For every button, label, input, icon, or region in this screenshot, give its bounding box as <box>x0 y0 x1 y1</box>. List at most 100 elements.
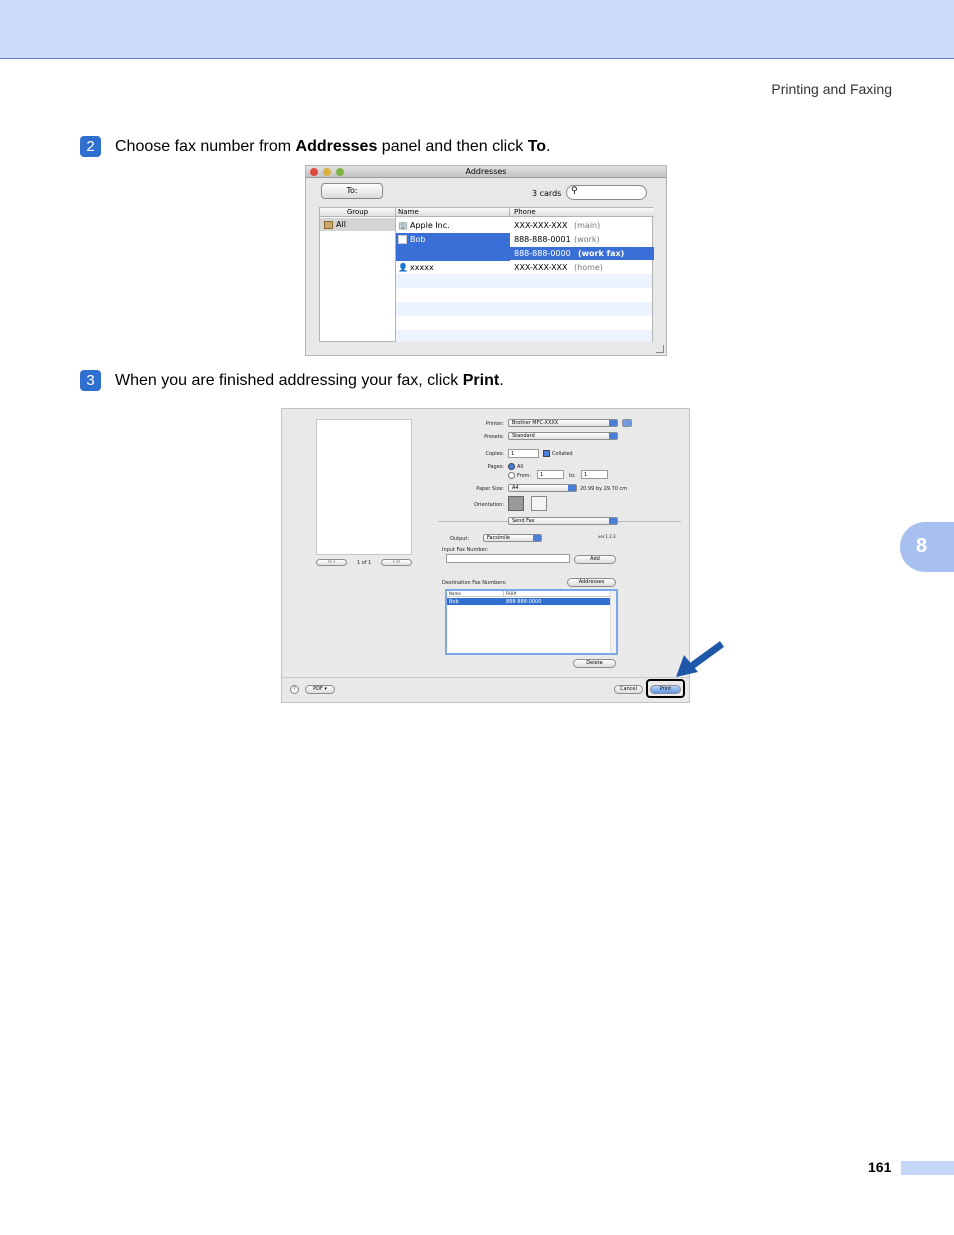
input-fax-label: Input Fax Number: <box>442 547 489 553</box>
popup-arrow-icon <box>568 485 576 491</box>
output-label: Output: <box>450 536 470 542</box>
output-value: Facsimile <box>487 535 510 541</box>
person-icon: 👤 <box>398 263 408 272</box>
paper-size-select[interactable]: A4 <box>508 484 577 492</box>
panel-select[interactable]: Send Fax <box>508 517 618 525</box>
pointer-arrow-icon <box>676 641 725 677</box>
table-row[interactable]: Bob 888-888-0000 <box>447 598 610 605</box>
fax-column-header: FAX# <box>504 591 616 597</box>
group-item-all[interactable]: All <box>320 218 395 231</box>
pages-range-radio[interactable] <box>508 472 515 479</box>
pages-all-radio[interactable] <box>508 463 515 470</box>
phone-entry-selected[interactable]: 888-888-0000 (work fax) <box>510 247 654 260</box>
copies-label: Copies: <box>485 451 504 457</box>
contact-phone: 888-888-0001 <box>514 235 571 244</box>
copies-input[interactable]: 1 <box>508 449 539 458</box>
landscape-icon[interactable] <box>531 496 547 511</box>
cards-count: 3 cards <box>532 189 562 198</box>
section-title: Printing and Faxing <box>771 81 892 97</box>
panel-value: Send Fax <box>512 518 535 524</box>
close-icon[interactable] <box>310 168 318 176</box>
from-input[interactable]: 1 <box>537 470 564 479</box>
delete-button[interactable]: Delete <box>573 659 616 668</box>
group-icon <box>324 220 333 229</box>
expand-toggle-button[interactable] <box>622 419 632 427</box>
presets-value: Standard <box>512 433 535 439</box>
step-text-part: . <box>546 138 551 155</box>
add-button[interactable]: Add <box>574 555 616 564</box>
to-input[interactable]: 1 <box>581 470 608 479</box>
printer-select[interactable]: Brother MFC-XXXX <box>508 419 618 427</box>
window-title: Addresses <box>306 166 666 178</box>
paper-size-value: A4 <box>512 485 519 491</box>
presets-select[interactable]: Standard <box>508 432 618 440</box>
cancel-button[interactable]: Cancel <box>614 685 643 694</box>
step-instruction: Choose fax number from Addresses panel a… <box>115 138 551 156</box>
contact-list: Name Phone 🏢 Apple Inc. XXX-XXX-XXX (mai… <box>395 207 654 342</box>
contact-phone: 888-888-0000 <box>514 249 571 258</box>
phone-entry[interactable]: 888-888-0001 (work) <box>510 233 654 246</box>
search-input[interactable]: ⚲ <box>566 185 647 200</box>
minimize-icon[interactable] <box>323 168 331 176</box>
destination-fax-table: Name FAX# Bob 888-888-0000 <box>445 589 618 655</box>
dest-name: Bob <box>449 599 459 605</box>
chapter-tab: 8 <box>900 522 954 572</box>
output-select[interactable]: Facsimile <box>483 534 542 542</box>
building-icon: 🏢 <box>398 221 408 230</box>
popup-arrow-icon <box>609 420 617 426</box>
page-preview <box>316 419 412 555</box>
from-label: From: <box>517 473 532 479</box>
phone-type: (work) <box>574 235 600 244</box>
step-number-badge: 2 <box>80 136 101 157</box>
list-item[interactable]: 👤 xxxxx XXX-XXX-XXX (home) <box>396 261 654 274</box>
page-number: 161 <box>868 1159 892 1175</box>
phone-type: (work fax) <box>578 249 625 258</box>
step-text-part: panel and then click <box>377 138 528 155</box>
step-text-bold: To <box>527 138 547 155</box>
chapter-number: 8 <box>916 535 928 557</box>
page-header-bar <box>0 0 954 59</box>
to-button[interactable]: To: <box>321 183 383 199</box>
collated-checkbox[interactable] <box>543 450 550 457</box>
portrait-icon[interactable] <box>508 496 524 511</box>
list-item-selected[interactable]: Bob <box>396 233 510 261</box>
print-button[interactable]: Print <box>650 685 681 694</box>
popup-arrow-icon <box>533 535 541 541</box>
phone-type: (main) <box>574 221 601 230</box>
list-stripe <box>396 302 652 316</box>
help-icon[interactable]: ? <box>290 685 299 694</box>
step-text-part: . <box>499 372 504 389</box>
step-text-part: When you are finished addressing your fa… <box>115 372 463 389</box>
dest-fax: 888-888-0000 <box>506 599 542 605</box>
pdf-button[interactable]: PDF ▾ <box>305 685 335 694</box>
step-text-bold: Addresses <box>295 138 378 155</box>
printer-label: Printer: <box>485 421 504 427</box>
resize-grip-icon[interactable] <box>656 345 664 353</box>
popup-arrow-icon <box>609 433 617 439</box>
list-item[interactable]: 🏢 Apple Inc. XXX-XXX-XXX (main) <box>396 219 654 232</box>
search-icon: ⚲ <box>571 186 578 196</box>
contact-phone: XXX-XXX-XXX <box>514 221 568 230</box>
popup-arrow-icon <box>609 518 617 524</box>
pages-label: Pages: <box>487 464 504 470</box>
person-card-icon <box>398 235 407 244</box>
presets-label: Presets: <box>484 434 504 440</box>
orientation-label: Orientation: <box>474 502 504 508</box>
page-counter: 1 of 1 <box>357 560 372 566</box>
next-page-button[interactable]: › ›› <box>381 559 412 566</box>
addresses-button[interactable]: Addresses <box>567 578 616 587</box>
print-dialog: ‹‹ ‹ 1 of 1 › ›› Printer: Brother MFC-XX… <box>281 408 690 703</box>
step-text-bold: Print <box>462 372 500 389</box>
version-label: ver.1.2.3 <box>598 534 616 539</box>
list-stripe <box>396 330 652 342</box>
phone-type: (home) <box>574 263 603 272</box>
scrollbar[interactable] <box>610 591 616 653</box>
name-column-header: Name <box>447 591 504 597</box>
prev-page-button[interactable]: ‹‹ ‹ <box>316 559 347 566</box>
collated-label: Collated <box>552 451 573 457</box>
group-label: All <box>336 220 346 229</box>
zoom-icon[interactable] <box>336 168 344 176</box>
divider <box>282 677 689 678</box>
fax-number-input[interactable] <box>446 554 570 563</box>
contact-phone: XXX-XXX-XXX <box>514 263 568 272</box>
